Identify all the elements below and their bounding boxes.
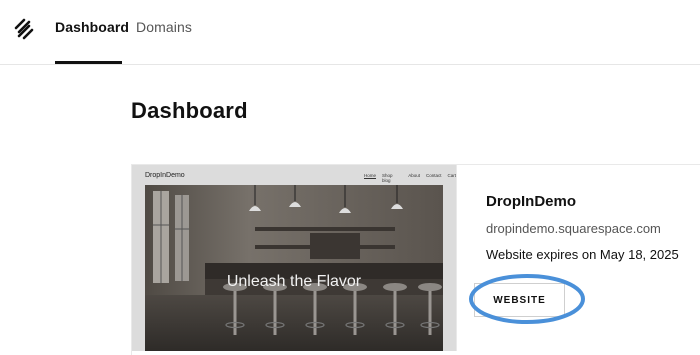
thumbnail-nav-item: Contact [425,173,442,178]
hero-image: Unleash the Flavor [145,185,443,351]
squarespace-logo-icon[interactable] [12,17,36,41]
website-thumbnail[interactable]: DropInDemo Home Shop blog About Contact … [132,165,457,351]
thumbnail-nav-item: Shop blog [382,173,393,183]
site-expiry-text: Website expires on May 18, 2025 [486,247,679,262]
site-url[interactable]: dropindemo.squarespace.com [486,221,661,236]
website-card: DropInDemo Home Shop blog About Contact … [131,164,700,355]
cafe-interior-illustration [145,185,443,351]
tab-dashboard[interactable]: Dashboard [55,19,129,35]
thumbnail-nav-item: Home [364,173,377,178]
thumbnail-site-name: DropInDemo [145,172,185,179]
page-title: Dashboard [131,98,248,123]
thumbnail-nav: Home Shop blog About Contact Cart [364,173,456,183]
thumbnail-nav-item: Cart [447,173,456,178]
tab-domains[interactable]: Domains [136,19,192,35]
top-navigation: Dashboard Domains [0,0,700,65]
site-name[interactable]: DropInDemo [486,193,576,210]
thumbnail-nav-item: About [408,173,420,178]
active-tab-indicator [55,61,122,64]
hero-title: Unleash the Flavor [226,273,362,290]
website-button[interactable]: WEBSITE [474,283,565,317]
